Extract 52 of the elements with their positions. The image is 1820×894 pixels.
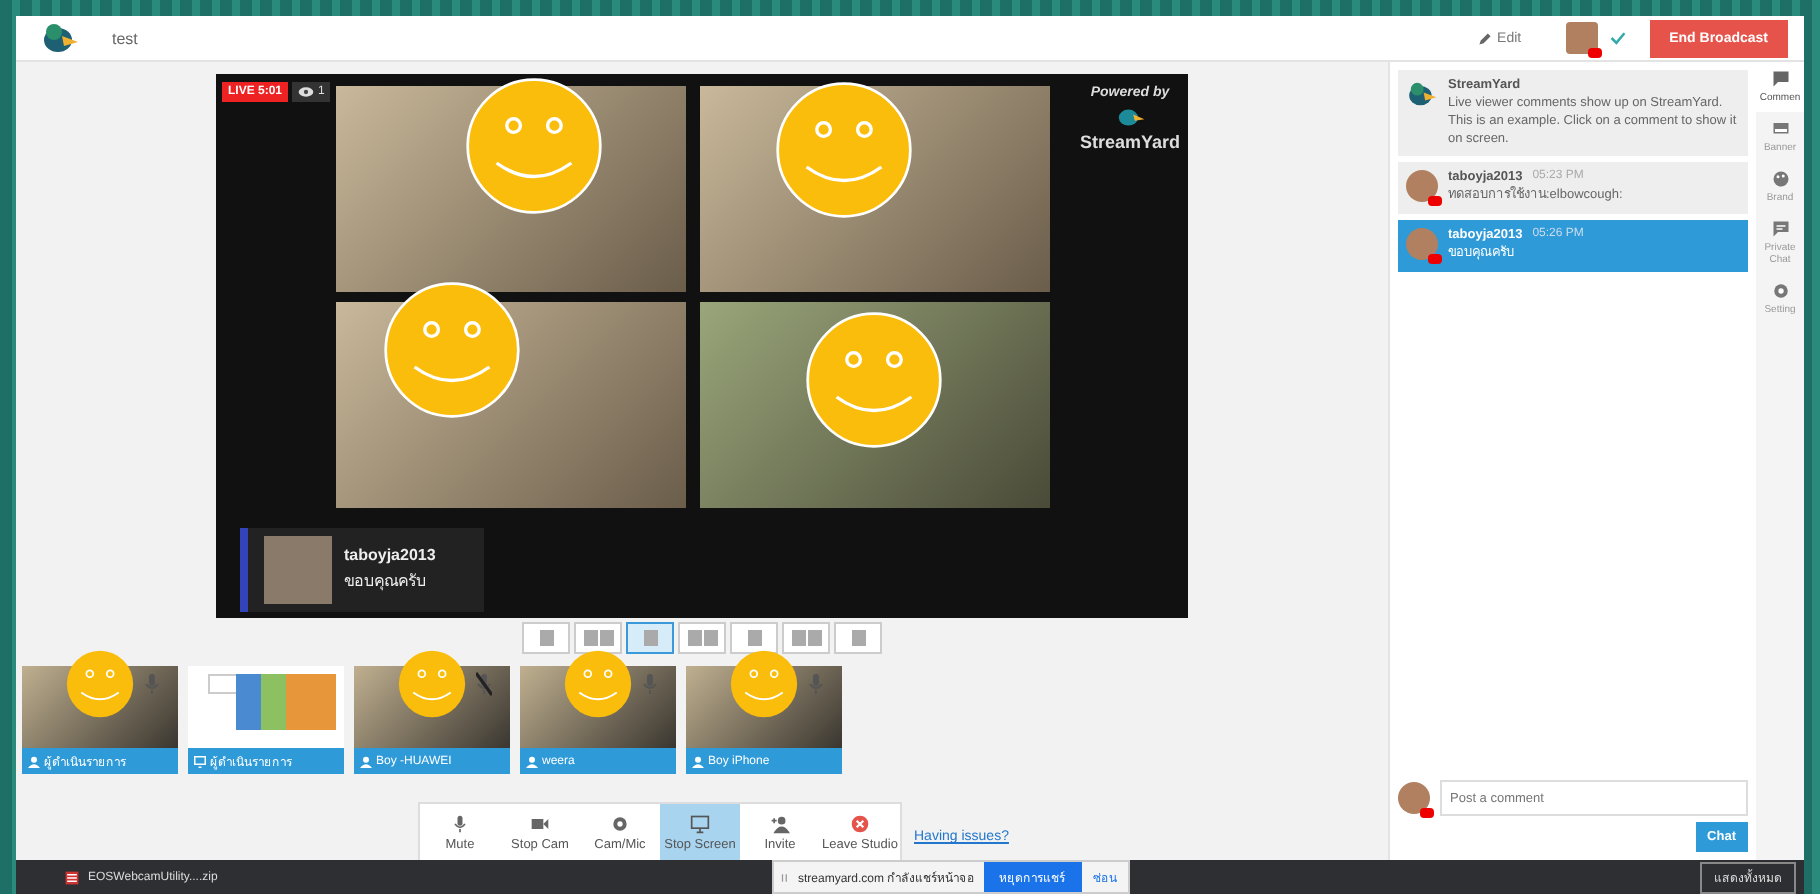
pencil-icon <box>1477 31 1492 45</box>
mic-icon[interactable] <box>808 672 824 696</box>
archive-file-icon <box>64 869 80 885</box>
avatar-photo-placeholder <box>264 536 332 604</box>
person-icon <box>692 755 704 767</box>
smiley-face-icon <box>66 650 134 718</box>
mic-icon[interactable] <box>144 672 160 696</box>
banner-icon <box>1771 120 1789 138</box>
person-icon <box>526 755 538 767</box>
layout-button[interactable] <box>782 622 830 654</box>
layout-button[interactable] <box>730 622 778 654</box>
banner-message: ขอบคุณครับ <box>344 570 428 594</box>
monitor-icon <box>690 813 710 833</box>
smiley-face-icon <box>466 78 602 214</box>
layout-button[interactable] <box>626 622 674 654</box>
smiley-face-icon <box>806 312 942 448</box>
layout-button[interactable] <box>522 622 570 654</box>
avatar-icon[interactable] <box>1565 22 1598 54</box>
settings-icon <box>1771 282 1789 300</box>
layout-button[interactable] <box>834 622 882 654</box>
add-person-icon <box>770 813 790 833</box>
monitor-icon <box>194 755 206 767</box>
layout-button[interactable] <box>574 622 622 654</box>
person-icon <box>28 755 40 767</box>
avatar-icon <box>1406 170 1438 203</box>
microphone-icon <box>450 813 470 833</box>
smiley-face-icon <box>776 82 912 218</box>
avatar-icon <box>1406 228 1438 261</box>
duck-logo-icon <box>1406 78 1438 110</box>
camera-icon <box>530 813 550 833</box>
chat-icon <box>1771 220 1789 238</box>
mic-icon[interactable] <box>642 672 658 696</box>
check-icon <box>1609 30 1626 46</box>
broadcast-title: test <box>112 29 138 47</box>
muted-mic-icon[interactable] <box>476 672 492 696</box>
smiley-face-icon <box>384 282 520 418</box>
duck-logo-icon <box>1113 104 1146 128</box>
comment-icon <box>1771 70 1789 88</box>
smiley-face-icon <box>564 650 632 718</box>
brand-name: StreamYard <box>1079 132 1180 152</box>
banner-author: taboyja2013 <box>344 546 436 564</box>
close-icon <box>850 813 870 833</box>
smiley-face-icon <box>398 650 466 718</box>
settings-icon <box>610 813 630 833</box>
eye-icon <box>298 86 315 98</box>
grip-icon <box>780 871 790 883</box>
palette-icon <box>1771 170 1789 188</box>
duck-logo-icon <box>40 18 80 58</box>
avatar-icon <box>1398 782 1430 814</box>
person-icon <box>360 755 372 767</box>
smiley-face-icon <box>730 650 798 718</box>
layout-button[interactable] <box>678 622 726 654</box>
